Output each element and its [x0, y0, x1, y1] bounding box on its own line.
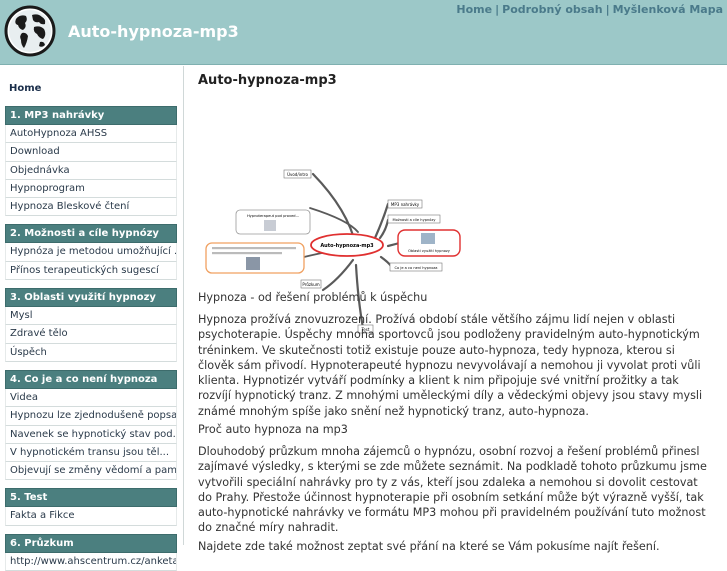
mindmap-node-oblasti-picture	[421, 233, 435, 244]
sidebar-section-title[interactable]: 6. Průzkum	[5, 533, 177, 553]
sidebar-item[interactable]: AutoHypnoza AHSS	[5, 125, 177, 144]
mindmap-node-orange-textline	[212, 252, 282, 255]
sidebar-section-title[interactable]: 2. Možnosti a cíle hypnózy	[5, 224, 177, 244]
mindmap-node-pruzkum-label: Průzkum	[302, 282, 319, 287]
paragraph-hypnoza-intro: Hypnoza prožívá znovuzrození. Prožívá ob…	[198, 313, 703, 418]
mindmap-node-moznosti-label: Možnosti a cíle hypnózy	[393, 218, 437, 222]
sidebar-item[interactable]: Navenek se hypnotický stav pod...	[5, 425, 177, 444]
sidebar-item[interactable]: V hypnotickém transu jsou těl...	[5, 443, 177, 463]
section-heading-proc: Proč auto hypnoza na mp3	[198, 423, 348, 436]
link-separator: |	[605, 3, 610, 16]
sidebar-item[interactable]: Videa	[5, 388, 177, 408]
sidebar-item[interactable]: Hypnoprogram	[5, 179, 177, 199]
sidebar-section: 3. Oblasti využití hypnozy Mysl Zdravé těl…	[5, 288, 177, 362]
sidebar-section-title[interactable]: 5. Test	[5, 488, 177, 508]
sidebar-section: 5. Test Fakta a Fikce	[5, 488, 177, 526]
sidebar-section: 4. Co je a co není hypnoza Videa Hypnozu l…	[5, 369, 177, 481]
sidebar-item[interactable]: Fakta a Fikce	[5, 507, 177, 526]
sidebar-item[interactable]: Objevují se změny vědomí a pam...	[5, 462, 177, 481]
mindmap-center-label: Auto-hypnoza-mp3	[320, 243, 374, 249]
sidebar-section: 6. Průzkum http://www.ahscentrum.cz/anket…	[5, 533, 177, 571]
column-divider	[183, 66, 184, 545]
sidebar-item[interactable]: Zdravé tělo	[5, 325, 177, 344]
top-link-myslenkova-mapa[interactable]: Myšlenková Mapa	[613, 3, 723, 16]
sidebar-section-title[interactable]: 1. MP3 nahrávky	[5, 106, 177, 125]
mindmap-node-hypnoterapeut-label: Hypnoterapeut pod proved...	[247, 214, 299, 218]
sidebar-item[interactable]: Mysl	[5, 307, 177, 326]
top-link-podrobny-obsah[interactable]: Podrobný obsah	[502, 3, 602, 16]
mindmap-node-orange-picture	[246, 257, 260, 270]
mindmap-node-mp3-label: MP3 nahrávky	[391, 202, 420, 207]
paragraph-najdete: Najdete zde také možnost zeptat své přán…	[198, 540, 660, 553]
sidebar-section-title[interactable]: 3. Oblasti využití hypnozy	[5, 288, 177, 308]
sidebar-item[interactable]: Přínos terapeutických sugescí	[5, 261, 177, 281]
site-header: Auto-hypnoza-mp3 Home | Podrobný obsah | Myš…	[0, 0, 727, 65]
section-heading-hypnoza: Hypnoza - od řešení problémů k úspěchu	[198, 291, 428, 304]
top-link-home[interactable]: Home	[456, 3, 492, 16]
sidebar-home-link[interactable]: Home	[5, 74, 177, 98]
top-navigation: Home | Podrobný obsah | Myšlenková Mapa	[456, 3, 723, 16]
mindmap-node-orange-textline	[212, 247, 296, 250]
paragraph-pruzkum: Dlouhodobý průzkum mnoha zájemců o hypnó…	[198, 445, 707, 535]
site-title[interactable]: Auto-hypnoza-mp3	[68, 22, 239, 41]
sidebar-item[interactable]: Objednávka	[5, 161, 177, 180]
sidebar-item[interactable]: Hypnoza Bleskové čtení	[5, 198, 177, 217]
sidebar-item[interactable]: Download	[5, 143, 177, 162]
mindmap-node-intro-label: Úvod/intro	[287, 172, 308, 177]
sidebar-section: 2. Možnosti a cíle hypnózy Hypnóza je met…	[5, 224, 177, 281]
mindmap-node-co-je-label: Co je a co není hypnoza	[394, 266, 437, 270]
sidebar-section-title[interactable]: 4. Co je a co není hypnoza	[5, 369, 177, 389]
page-title: Auto-hypnoza-mp3	[198, 73, 337, 88]
sidebar-section: 1. MP3 nahrávky AutoHypnoza AHSS Download O…	[5, 106, 177, 217]
link-separator: |	[495, 3, 500, 16]
sidebar-item[interactable]: Úspěch	[5, 343, 177, 362]
sidebar-item[interactable]: Hypnóza je metodou umožňující ...	[5, 243, 177, 262]
sidebar-navigation: Home 1. MP3 nahrávky AutoHypnoza AHSS Down…	[5, 74, 177, 571]
mindmap-node-oblasti-label: Oblasti využití hypnozy	[408, 249, 451, 253]
sidebar-item[interactable]: Hypnozu lze zjednodušeně popsa...	[5, 407, 177, 426]
sidebar-item[interactable]: http://www.ahscentrum.cz/anketa...	[5, 552, 177, 571]
globe-logo-icon[interactable]	[4, 5, 56, 57]
mindmap-node-hypnoterapeut-picture	[264, 220, 276, 231]
